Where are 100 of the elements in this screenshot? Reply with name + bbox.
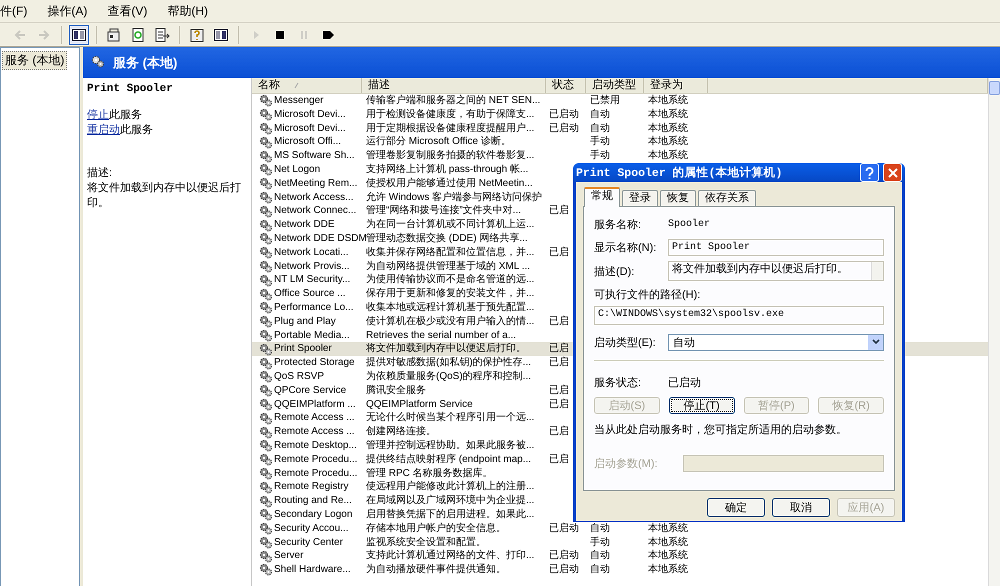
table-cell: Secondary Logon (274, 508, 352, 522)
pane-title: 服务 (本地) (113, 54, 178, 72)
table-cell: Security Accou... (274, 522, 348, 536)
table-cell: Office Source ... (274, 287, 346, 301)
table-cell-text: 已启动 (548, 522, 580, 536)
table-cell-text: 已启 (548, 246, 570, 260)
action-text: 此服务 (109, 109, 142, 121)
dropdown-value: 自动 (672, 336, 696, 350)
table-cell: QoS RSVP (274, 370, 324, 384)
table-cell-text: 收集本地或远程计算机基于预先配置... (365, 300, 536, 315)
table-cell-text: 自动 (589, 122, 611, 136)
table-cell: Network DDE DSDM (274, 232, 367, 246)
table-cell-text: 监视系统安全设置和配置。 (365, 536, 487, 550)
table-cell-text: 用于检测设备健康度，有助于保障支... (365, 108, 536, 122)
column-title: 登录为 (650, 78, 683, 93)
table-cell: Messenger (274, 94, 324, 108)
table-cell: Remote Procedu... (274, 466, 358, 480)
table-cell-text: 已启 (548, 314, 570, 329)
table-cell: Plug and Play (274, 314, 336, 329)
table-cell-text: 已启 (548, 398, 570, 412)
table-cell: Routing and Re... (274, 494, 352, 508)
field-label: 服务名称: (594, 218, 642, 232)
table-cell-text: 为在同一台计算机或不同计算机上运... (365, 218, 536, 232)
table-cell-text: 已启动 (548, 549, 580, 564)
table-cell: Microsoft Offi... (274, 135, 342, 150)
table-cell-text: QQEIMPlatform Service (365, 398, 474, 412)
table-cell-text: 已启动 (548, 563, 580, 577)
table-cell-text: 管理卷影复制服务拍摄的软件卷影复... (365, 149, 536, 163)
table-cell-text: 保存用于更新和修复的安装文件，并... (365, 287, 536, 301)
table-cell-text: 在局域网以及广域网环境中为企业提... (365, 494, 536, 508)
table-cell-text: 为自动网络提供管理基于域的 XML ... (365, 260, 532, 274)
table-cell-text: 已启 (548, 204, 570, 218)
table-cell-text: 已启 (548, 425, 570, 439)
table-cell: Portable Media... (274, 328, 350, 342)
status-value: 已启动 (668, 376, 701, 390)
column-title: 名称 (258, 78, 280, 93)
table-cell: Print Spooler (274, 342, 332, 356)
table-cell-text: 本地系统 (647, 108, 689, 122)
table-cell-text: 手动 (589, 135, 611, 150)
table-cell-text: 将文件加载到内存中以便迟后打印。 (365, 342, 527, 356)
table-cell: Network DDE (274, 218, 335, 232)
table-cell-text: 本地系统 (647, 135, 689, 150)
table-cell: Microsoft Devi... (274, 108, 346, 122)
field-text: 将文件加载到内存中以便迟后打印。 (671, 262, 849, 277)
table-cell-text: 为依赖质量服务(QoS)的程序和控制... (365, 370, 532, 384)
table-cell: QQEIMPlatform ... (274, 398, 356, 412)
window-title: Print Spooler 的属性(本地计算机) (576, 165, 784, 180)
table-cell: Net Logon (274, 162, 320, 177)
table-cell-text: 腾讯安全服务 (365, 384, 427, 398)
table-cell-text: 自动 (589, 108, 611, 122)
field-label: 服务状态: (594, 376, 642, 390)
field-label: 启动类型(E): (594, 336, 657, 350)
table-cell: Network Locati... (274, 246, 348, 260)
table-cell: NT LM Security... (274, 273, 350, 288)
column-title: 启动类型 (592, 78, 636, 93)
field-value: Spooler (668, 218, 710, 230)
table-cell-text: 使计算机在极少或没有用户输入的情... (365, 314, 536, 329)
table-cell-text: 为自动播放硬件事件提供通知。 (365, 563, 507, 577)
table-cell-text: 已启 (548, 342, 570, 356)
table-cell: QPCore Service (274, 384, 346, 398)
field-label: 启动参数(M): (594, 456, 659, 471)
table-cell-text: 创建网络连接。 (365, 425, 437, 439)
table-cell: MS Software Sh... (274, 149, 355, 163)
table-cell-text: 存储本地用户帐户的安全信息。 (365, 522, 507, 536)
description-text: 将文件加载到内存中以便迟后打印。 (87, 180, 242, 210)
hint-text: 当从此处启动服务时，您可指定所适用的启动参数。 (594, 422, 848, 437)
table-cell-text: 用于定期根据设备健康程度提醒用户... (365, 122, 536, 136)
table-cell-text: 本地系统 (647, 522, 689, 536)
table-cell-text: 管理“网络和拨号连接”文件夹中对... (365, 204, 522, 218)
table-cell: Microsoft Devi... (274, 122, 346, 136)
table-cell: Remote Desktop... (274, 438, 357, 453)
table-cell-text: Retrieves the serial number of a... (365, 328, 518, 342)
table-cell-text: 启用替换凭据下的启用进程。如果此... (365, 508, 536, 522)
table-cell-text: 已启 (548, 452, 570, 467)
table-cell-text: 管理并控制远程协助。如果此服务被... (365, 438, 536, 453)
table-cell-text: 提供终结点映射程序 (endpoint map... (365, 452, 532, 467)
table-cell: Remote Access ... (274, 411, 355, 426)
table-cell-text: 已启 (548, 356, 570, 370)
table-cell: Security Center (274, 536, 343, 550)
table-cell-text: 本地系统 (647, 122, 689, 136)
table-cell: Network Connec... (274, 204, 356, 218)
table-cell-text: 已启动 (548, 108, 580, 122)
column-title: 描述 (368, 78, 390, 93)
table-cell: Remote Procedu... (274, 452, 358, 467)
table-cell-text: 无论什么时候当某个程序引用一个远... (365, 411, 536, 426)
table-cell: Shell Hardware... (274, 563, 351, 577)
table-cell: Remote Registry (274, 480, 348, 494)
table-cell-text: 本地系统 (647, 536, 689, 550)
table-cell-text: 手动 (589, 149, 611, 163)
table-cell-text: 使远程用户能修改此计算机上的注册... (365, 480, 536, 494)
table-cell-text: 本地系统 (647, 149, 689, 163)
field-label: 描述(D): (594, 264, 636, 278)
table-cell: Server (274, 549, 304, 564)
table-cell-text: 为使用传输协议而不是命名管道的远... (365, 273, 536, 288)
table-cell-text: 已禁用 (589, 94, 621, 108)
table-cell-text: 自动 (589, 549, 611, 564)
column-title: 状态 (552, 78, 574, 93)
table-cell-text: 支持网络上计算机 pass-through 帐... (365, 162, 530, 177)
table-cell: Network Provis... (274, 260, 350, 274)
table-cell: Performance Lo... (274, 300, 354, 315)
